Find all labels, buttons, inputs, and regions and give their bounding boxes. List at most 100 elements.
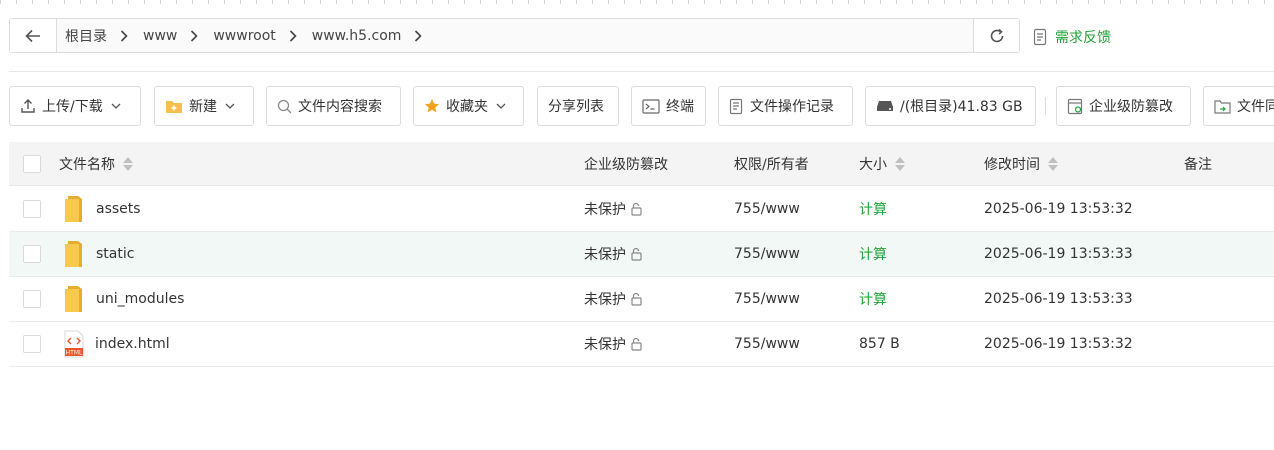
file-content-search-button[interactable]: 文件内容搜索 bbox=[266, 86, 401, 126]
new-button[interactable]: 新建 bbox=[154, 86, 254, 126]
file-name[interactable]: index.html bbox=[95, 336, 170, 352]
table-row[interactable]: HTML index.html 未保护 755/www 857 B 2025-0… bbox=[9, 322, 1274, 367]
refresh-button[interactable] bbox=[973, 19, 1019, 52]
terminal-button[interactable]: 终端 bbox=[631, 86, 706, 126]
divider bbox=[9, 71, 1274, 72]
header-name[interactable]: 文件名称 bbox=[59, 142, 133, 185]
header-tamper-label: 企业级防篡改 bbox=[584, 156, 668, 173]
sort-icon[interactable] bbox=[123, 156, 133, 171]
size-calc-link[interactable]: 计算 bbox=[859, 244, 887, 264]
breadcrumb-item[interactable]: 根目录 bbox=[65, 26, 143, 46]
tamper-status[interactable]: 未保护 bbox=[584, 334, 643, 354]
favorites-button[interactable]: 收藏夹 bbox=[413, 86, 524, 126]
star-icon bbox=[424, 98, 440, 114]
table-row[interactable]: assets 未保护 755/www 计算 2025-06-19 13:53:3… bbox=[9, 187, 1274, 232]
permission-value[interactable]: 755/www bbox=[734, 246, 800, 262]
unlock-icon bbox=[631, 292, 642, 306]
tamper-status[interactable]: 未保护 bbox=[584, 199, 643, 219]
header-permission: 权限/所有者 bbox=[734, 142, 809, 185]
header-note-label: 备注 bbox=[1184, 156, 1212, 173]
breadcrumb-item[interactable]: www bbox=[143, 28, 213, 44]
disk-label: /(根目录)41.83 GB bbox=[900, 99, 1023, 115]
folder-icon bbox=[65, 286, 82, 312]
header-mtime-label: 修改时间 bbox=[984, 156, 1040, 173]
feedback-link[interactable]: 需求反馈 bbox=[1033, 27, 1111, 47]
tamper-status-label: 未保护 bbox=[584, 202, 626, 218]
row-checkbox[interactable] bbox=[23, 245, 41, 263]
row-checkbox[interactable] bbox=[23, 290, 41, 308]
breadcrumb-label[interactable]: www.h5.com bbox=[312, 28, 402, 44]
share-list-button[interactable]: 分享列表 bbox=[537, 86, 619, 126]
file-operation-log-button[interactable]: 文件操作记录 bbox=[718, 86, 853, 126]
svg-text:HTML: HTML bbox=[66, 350, 83, 357]
tamper-protection-label: 企业级防篡改 bbox=[1089, 99, 1173, 115]
back-button[interactable] bbox=[10, 19, 57, 52]
new-folder-icon bbox=[165, 98, 183, 114]
refresh-icon bbox=[990, 28, 1003, 42]
tamper-protection-button[interactable]: 企业级防篡改 bbox=[1056, 86, 1191, 126]
breadcrumb-item[interactable]: www.h5.com bbox=[312, 28, 438, 44]
chevron-right-icon bbox=[190, 29, 198, 42]
tamper-status-label: 未保护 bbox=[584, 292, 626, 308]
terminal-icon bbox=[642, 98, 660, 114]
upload-icon bbox=[20, 98, 36, 114]
header-note: 备注 bbox=[1184, 142, 1212, 185]
chevron-down-icon bbox=[111, 103, 121, 109]
file-name[interactable]: uni_modules bbox=[96, 291, 184, 307]
toolbar-separator bbox=[1045, 97, 1046, 115]
select-all-checkbox[interactable] bbox=[23, 154, 41, 173]
size-calc-link[interactable]: 计算 bbox=[859, 199, 887, 219]
chevron-right-icon bbox=[120, 29, 128, 42]
arrow-left-icon bbox=[25, 29, 40, 42]
unlock-icon bbox=[631, 337, 642, 351]
header-mtime[interactable]: 修改时间 bbox=[984, 142, 1058, 185]
folder-icon bbox=[65, 196, 82, 222]
mtime-value: 2025-06-19 13:53:33 bbox=[984, 246, 1133, 262]
header-size[interactable]: 大小 bbox=[859, 142, 905, 185]
unlock-icon bbox=[631, 247, 642, 261]
size-value: 857 B bbox=[859, 336, 900, 352]
file-name[interactable]: static bbox=[96, 246, 134, 262]
file-sync-button[interactable]: 文件同 bbox=[1203, 86, 1274, 126]
chevron-right-icon bbox=[414, 29, 423, 42]
table-row[interactable]: static 未保护 755/www 计算 2025-06-19 13:53:3… bbox=[9, 232, 1274, 277]
search-icon bbox=[277, 99, 292, 114]
terminal-label: 终端 bbox=[666, 99, 694, 115]
tamper-status[interactable]: 未保护 bbox=[584, 244, 643, 264]
file-name[interactable]: assets bbox=[96, 201, 141, 217]
disk-button[interactable]: /(根目录)41.83 GB bbox=[865, 86, 1036, 126]
breadcrumb-label[interactable]: wwwroot bbox=[213, 28, 275, 44]
favorites-label: 收藏夹 bbox=[446, 99, 488, 115]
permission-value[interactable]: 755/www bbox=[734, 201, 800, 217]
upload-download-label: 上传/下载 bbox=[42, 99, 103, 115]
row-checkbox[interactable] bbox=[23, 335, 41, 353]
tamper-status-label: 未保护 bbox=[584, 337, 626, 353]
unlock-icon bbox=[631, 202, 642, 216]
row-checkbox[interactable] bbox=[23, 200, 41, 218]
folder-sync-icon bbox=[1214, 99, 1231, 114]
permission-value[interactable]: 755/www bbox=[734, 336, 800, 352]
sort-icon[interactable] bbox=[1048, 156, 1058, 171]
size-calc-link[interactable]: 计算 bbox=[859, 289, 887, 309]
file-operation-log-label: 文件操作记录 bbox=[750, 99, 834, 115]
table-row[interactable]: uni_modules 未保护 755/www 计算 2025-06-19 13… bbox=[9, 277, 1274, 322]
chevron-right-icon bbox=[289, 29, 297, 42]
tamper-status[interactable]: 未保护 bbox=[584, 289, 643, 309]
log-icon bbox=[729, 98, 744, 115]
breadcrumb-item[interactable]: wwwroot bbox=[213, 28, 311, 44]
header-permission-label: 权限/所有者 bbox=[734, 156, 809, 173]
breadcrumb-label[interactable]: 根目录 bbox=[65, 26, 107, 46]
upload-download-button[interactable]: 上传/下载 bbox=[9, 86, 141, 126]
chevron-down-icon bbox=[225, 103, 235, 109]
hard-drive-icon bbox=[876, 99, 894, 113]
tamper-status-label: 未保护 bbox=[584, 247, 626, 263]
breadcrumb-label[interactable]: www bbox=[143, 28, 177, 44]
new-label: 新建 bbox=[189, 99, 217, 115]
feedback-label[interactable]: 需求反馈 bbox=[1055, 27, 1111, 47]
breadcrumb: 根目录 www wwwroot www.h5.com bbox=[57, 19, 973, 52]
mtime-value: 2025-06-19 13:53:32 bbox=[984, 201, 1133, 217]
sort-icon[interactable] bbox=[895, 156, 905, 171]
permission-value[interactable]: 755/www bbox=[734, 291, 800, 307]
feedback-doc-icon bbox=[1033, 28, 1047, 46]
header-size-label: 大小 bbox=[859, 156, 887, 173]
